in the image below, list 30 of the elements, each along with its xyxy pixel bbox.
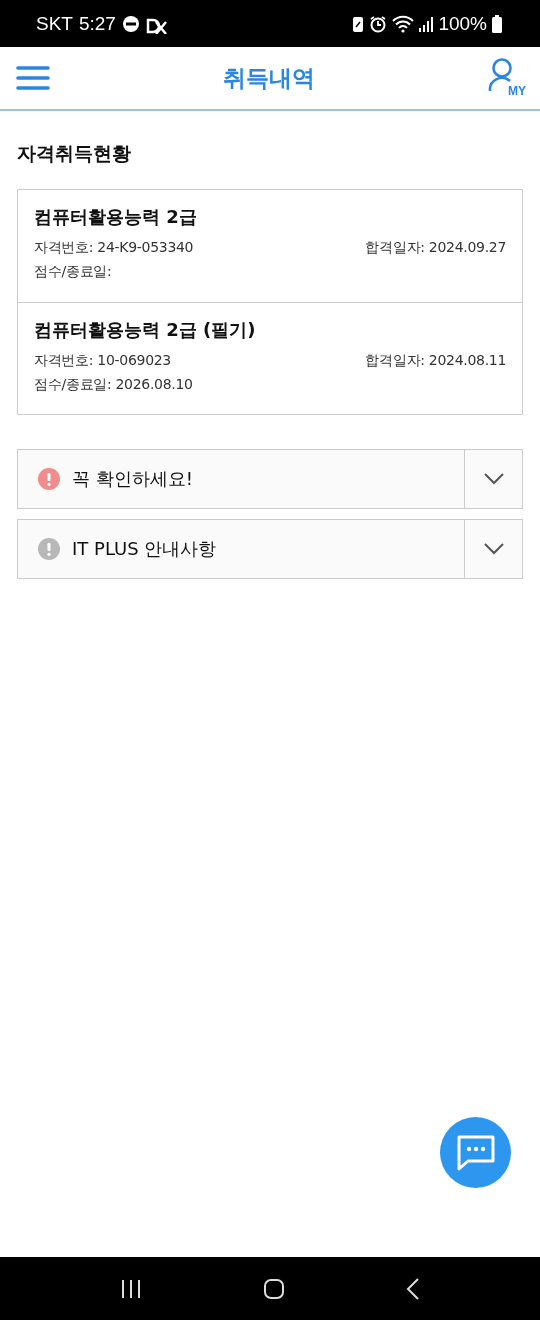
recent-apps-icon[interactable] [120,1278,143,1299]
score-end-date: 점수/종료일: [34,262,113,281]
battery-text: 100% [438,12,487,35]
wifi-icon [392,14,415,33]
certificate-number: 자격번호: 24-K9-053340 [34,238,194,257]
certificate-number: 자격번호: 10-069023 [34,351,171,370]
score-end-date: 점수/종료일: 2026.08.10 [34,375,194,394]
home-icon[interactable] [263,1277,285,1300]
page-title: 취득내역 [223,63,315,93]
certificate-name: 컴퓨터활용능력 2급 (필기) [34,318,257,342]
battery-icon [492,14,502,33]
certificate-name: 컴퓨터활용능력 2급 [34,205,198,229]
chevron-down-icon[interactable] [483,473,504,485]
clock-text: 5:27 [78,12,116,35]
notice-panel[interactable]: 꼭 확인하세요! [17,449,523,509]
alarm-icon [369,14,388,33]
notice-title: 꼭 확인하세요! [72,467,193,491]
do-not-disturb-icon [121,14,140,33]
pass-date: 합격일자: 2024.08.11 [365,351,506,370]
chevron-down-icon[interactable] [483,543,504,555]
section-title: 자격취득현황 [17,141,132,166]
back-icon[interactable] [405,1277,420,1300]
notice-title: IT PLUS 안내사항 [72,537,217,561]
signal-icon [419,14,434,33]
menu-icon[interactable] [16,65,50,91]
pass-date: 합격일자: 2024.09.27 [365,238,506,257]
battery-saver-icon [352,14,365,33]
notice-panel[interactable]: IT PLUS 안내사항 [17,519,523,579]
carrier-text: SKT [36,12,73,35]
my-page-button[interactable]: MY [488,58,526,98]
